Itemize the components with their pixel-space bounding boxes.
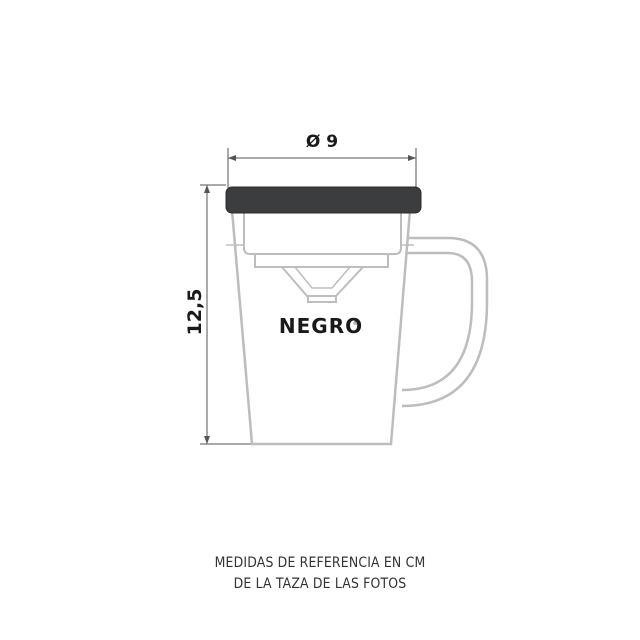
mug-lid [225,186,422,214]
mug-handle [401,236,489,408]
width-dimension: Ø 9 [227,132,417,188]
mug-dimension-diagram: Ø 9 12,5 NEGRO ® [184,132,489,446]
trademark-mark: ® [353,320,358,327]
filter-rim [254,253,389,268]
caption: MEDIDAS DE REFERENCIA EN CM DE LA TAZA D… [45,553,595,595]
diameter-label: Ø 9 [306,132,338,152]
mug-illustration: NEGRO ® [225,186,489,446]
caption-line-1: MEDIDAS DE REFERENCIA EN CM [214,555,426,571]
brand-label: NEGRO [279,314,363,338]
height-label: 12,5 [184,289,206,336]
caption-line-2: DE LA TAZA DE LAS FOTOS [233,576,407,592]
